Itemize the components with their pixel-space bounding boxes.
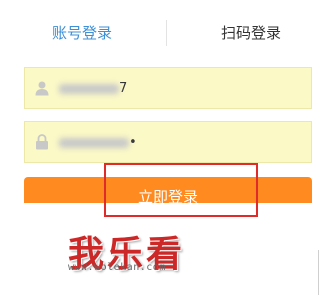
username-visible-suffix: 7 bbox=[119, 81, 128, 96]
tab-account-login[interactable]: 账号登录 bbox=[52, 22, 112, 43]
highlight-box bbox=[104, 163, 258, 217]
username-masked-blur bbox=[59, 83, 119, 94]
password-visible-suffix: • bbox=[129, 135, 137, 150]
user-icon bbox=[35, 81, 49, 96]
lock-icon bbox=[36, 134, 48, 150]
username-value: 7 bbox=[59, 68, 127, 110]
username-field[interactable]: 7 bbox=[24, 67, 312, 109]
edge-line bbox=[318, 250, 319, 295]
tab-divider bbox=[166, 20, 167, 46]
login-tabs: 账号登录 扫码登录 bbox=[0, 0, 334, 58]
password-field[interactable]: • bbox=[24, 121, 312, 163]
password-masked-blur bbox=[59, 137, 129, 148]
tab-qr-login[interactable]: 扫码登录 bbox=[221, 22, 281, 43]
password-value: • bbox=[59, 122, 137, 164]
watermark-url: www.wolekan.com bbox=[68, 262, 166, 273]
